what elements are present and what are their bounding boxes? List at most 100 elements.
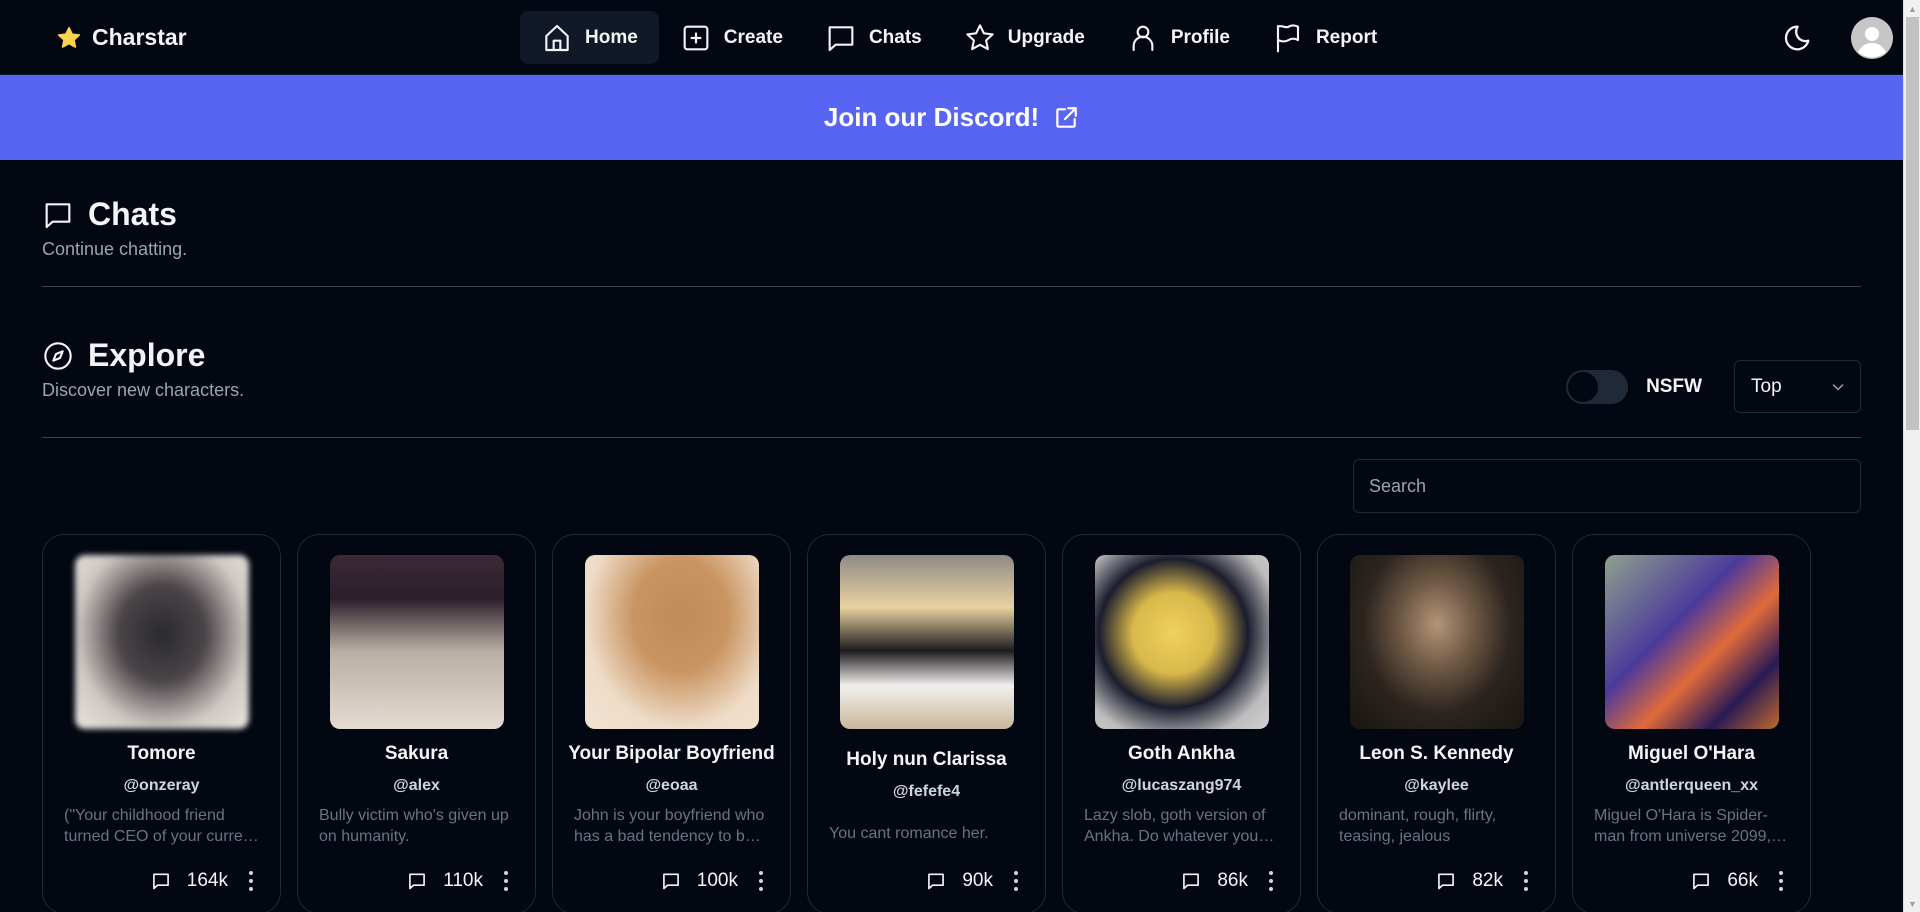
- character-image: [584, 555, 759, 729]
- chat-count: 100k: [696, 870, 738, 891]
- card-footer: 164k: [43, 869, 280, 893]
- flag-icon: [1276, 23, 1300, 52]
- nav-item-label: Home: [585, 26, 638, 48]
- character-image: [839, 555, 1014, 729]
- card-footer: 66k: [1573, 869, 1810, 893]
- character-image: [329, 555, 504, 729]
- character-card[interactable]: Sakura @alex Bully victim who's given up…: [297, 534, 536, 912]
- search-row: [42, 459, 1861, 513]
- explore-controls: NSFW Top: [1566, 360, 1861, 413]
- more-options-icon[interactable]: [754, 869, 768, 893]
- character-creator[interactable]: @onzeray: [123, 777, 199, 795]
- scrollbar-thumb[interactable]: [1906, 17, 1919, 430]
- character-image: [74, 555, 249, 729]
- chat-count-icon: [407, 871, 427, 891]
- chat-bubble-icon: [45, 202, 71, 228]
- more-options-icon[interactable]: [1264, 869, 1278, 893]
- character-name: Tomore: [127, 743, 196, 764]
- chat-count-icon: [1181, 871, 1201, 891]
- star-icon: [57, 26, 81, 48]
- character-name: Holy nun Clarissa: [846, 749, 1007, 770]
- character-card[interactable]: Tomore @onzeray ("Your childhood friend …: [42, 534, 281, 912]
- character-creator[interactable]: @lucaszang974: [1122, 777, 1242, 795]
- more-options-icon[interactable]: [499, 869, 513, 893]
- chats-title: Chats: [88, 196, 177, 232]
- theme-toggle-button[interactable]: [1781, 22, 1813, 54]
- nav-item-home[interactable]: Home: [520, 11, 659, 64]
- more-options-icon[interactable]: [244, 869, 258, 893]
- character-creator[interactable]: @antlerqueen_xx: [1625, 777, 1758, 795]
- character-image: [1349, 555, 1524, 729]
- character-description: dominant, rough, flirty, teasing, jealou…: [1339, 807, 1497, 845]
- character-name: Leon S. Kennedy: [1359, 743, 1514, 764]
- chats-section: Chats Continue chatting.: [42, 160, 1861, 287]
- more-options-icon[interactable]: [1774, 869, 1788, 893]
- character-name: Miguel O'Hara: [1628, 743, 1755, 764]
- default-avatar-icon: [1851, 16, 1893, 59]
- brand-name: Charstar: [92, 24, 187, 50]
- brand-logo[interactable]: Charstar: [56, 0, 187, 75]
- card-footer: 86k: [1063, 869, 1300, 893]
- main-content: Chats Continue chatting. Explore Discove…: [0, 160, 1903, 912]
- chats-subtitle: Continue chatting.: [42, 239, 188, 259]
- nav-item-profile[interactable]: Profile: [1106, 11, 1251, 64]
- chat-count-icon: [661, 871, 681, 891]
- nav-right: [1781, 0, 1893, 75]
- chats-header: Chats: [42, 196, 1861, 233]
- nav-item-label: Create: [723, 26, 783, 48]
- main-nav: Home Create Chats Upgrade Profile Report: [520, 11, 1398, 64]
- nav-item-label: Report: [1315, 26, 1378, 48]
- scroll-up-arrow-icon[interactable]: ▲: [1904, 0, 1920, 17]
- chat-count: 164k: [186, 870, 228, 891]
- explore-title: Explore: [88, 337, 206, 373]
- character-image: [1604, 555, 1779, 729]
- nav-item-report[interactable]: Report: [1251, 11, 1398, 64]
- nsfw-toggle[interactable]: [1566, 369, 1629, 404]
- nav-item-chats[interactable]: Chats: [804, 11, 943, 64]
- character-card[interactable]: Miguel O'Hara @antlerqueen_xx Miguel O'H…: [1572, 534, 1811, 912]
- chat-count: 86k: [1217, 870, 1248, 891]
- chat-count-icon: [1436, 871, 1456, 891]
- nav-item-upgrade[interactable]: Upgrade: [943, 11, 1106, 64]
- moon-icon: [1784, 25, 1810, 50]
- explore-section: Explore Discover new characters. NSFW To…: [42, 287, 1861, 438]
- nav-item-label: Profile: [1170, 26, 1230, 48]
- chevron-down-icon: [1832, 383, 1844, 391]
- chat-count: 82k: [1472, 870, 1503, 891]
- character-creator[interactable]: @alex: [393, 777, 440, 795]
- nav-item-label: Upgrade: [1007, 26, 1085, 48]
- search-input[interactable]: [1353, 459, 1861, 513]
- external-link-icon: [1056, 106, 1077, 128]
- more-options-icon[interactable]: [1519, 869, 1533, 893]
- character-description: ("Your childhood friend turned CEO of yo…: [64, 807, 257, 845]
- discord-banner-link[interactable]: Join our Discord!: [0, 75, 1903, 160]
- character-description: John is your boyfriend who has a bad ten…: [574, 807, 765, 845]
- card-footer: 100k: [553, 869, 790, 893]
- character-card[interactable]: Your Bipolar Boyfriend @eoaa John is you…: [552, 534, 791, 912]
- sort-dropdown[interactable]: Top: [1734, 360, 1861, 413]
- character-description: Bully victim who's given up on humanity.: [319, 807, 509, 845]
- compass-icon: [44, 341, 72, 370]
- character-description: Miguel O'Hara is Spider-man from univers…: [1594, 807, 1771, 845]
- chat-bubble-icon: [828, 25, 854, 51]
- nav-item-create[interactable]: Create: [659, 11, 804, 64]
- character-name: Sakura: [384, 743, 449, 764]
- character-grid: Tomore @onzeray ("Your childhood friend …: [42, 534, 1861, 912]
- sort-selected-value: Top: [1751, 375, 1782, 397]
- character-creator[interactable]: @fefefe4: [893, 783, 960, 801]
- character-card[interactable]: Goth Ankha @lucaszang974 Lazy slob, goth…: [1062, 534, 1301, 912]
- character-card[interactable]: Holy nun Clarissa @fefefe4 You cant roma…: [807, 534, 1046, 912]
- character-creator[interactable]: @eoaa: [645, 777, 697, 795]
- character-description: You cant romance her.: [829, 825, 989, 842]
- character-name: Goth Ankha: [1128, 743, 1235, 764]
- chat-count-icon: [151, 871, 171, 891]
- chat-count-icon: [1691, 871, 1711, 891]
- more-options-icon[interactable]: [1009, 869, 1023, 893]
- chat-count-icon: [926, 871, 946, 891]
- top-navbar: Charstar Home Create Chats Upgrade Profi…: [0, 0, 1903, 75]
- scroll-down-arrow-icon[interactable]: ▼: [1904, 895, 1920, 912]
- character-card[interactable]: Leon S. Kennedy @kaylee dominant, rough,…: [1317, 534, 1556, 912]
- page-scrollbar[interactable]: ▲ ▼: [1903, 0, 1920, 912]
- character-creator[interactable]: @kaylee: [1404, 777, 1469, 795]
- user-avatar-button[interactable]: [1851, 16, 1893, 59]
